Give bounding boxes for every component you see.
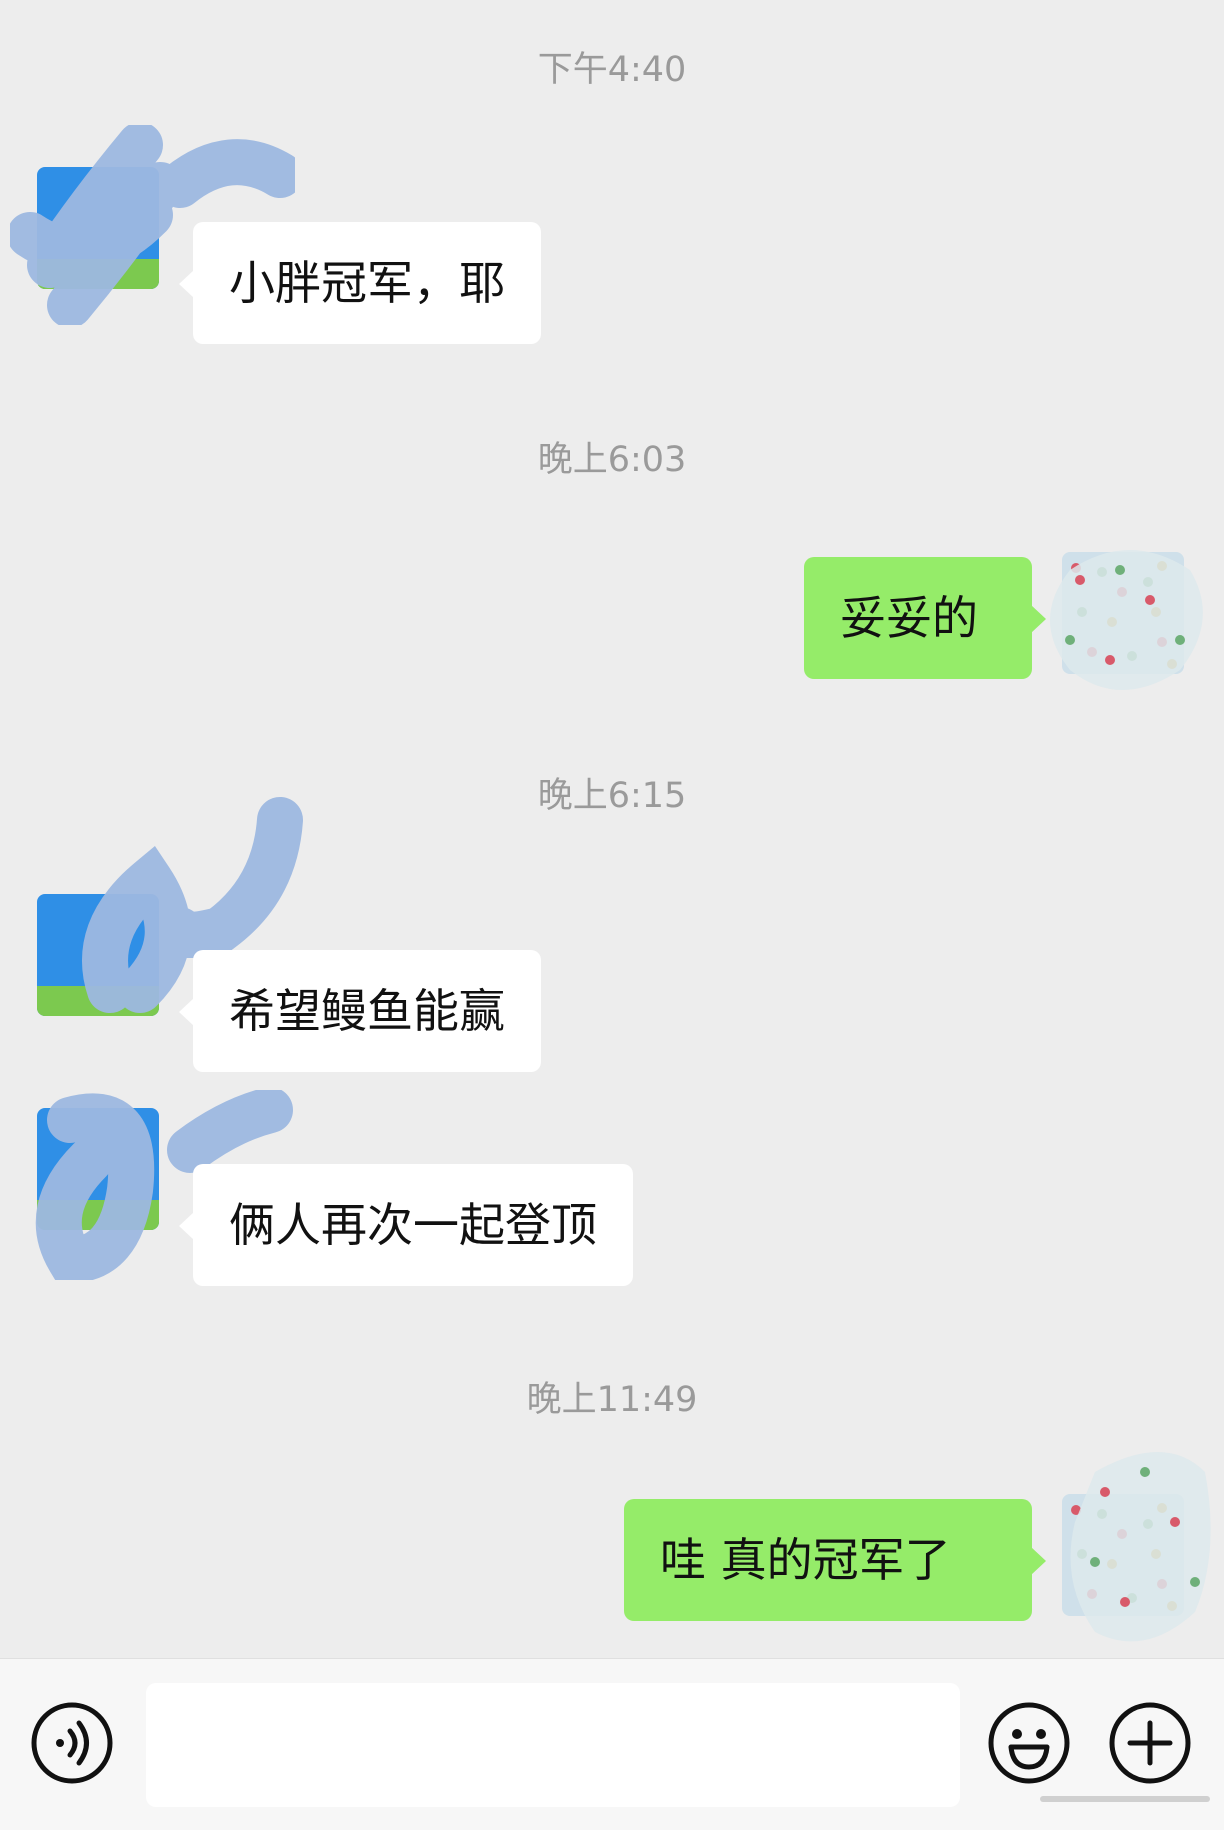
my-avatar[interactable]	[1062, 552, 1184, 674]
message-input[interactable]	[146, 1683, 960, 1807]
message-bubble-incoming[interactable]: 俩人再次一起登顶	[179, 1164, 633, 1286]
emoji-icon[interactable]	[987, 1701, 1071, 1789]
voice-icon[interactable]	[30, 1701, 114, 1789]
timestamp: 下午4:40	[537, 50, 687, 90]
message-bubble-outgoing[interactable]: 哇 真的冠军了	[624, 1499, 1046, 1621]
contact-avatar[interactable]	[37, 1108, 159, 1230]
message-bubble-outgoing[interactable]: 妥妥的	[804, 557, 1046, 679]
timestamp: 晚上11:49	[526, 1380, 698, 1420]
timestamp: 晚上6:03	[537, 440, 687, 480]
contact-avatar[interactable]	[37, 894, 159, 1016]
input-bar	[0, 1658, 1224, 1830]
chat-area[interactable]: 下午4:40 小胖冠军，耶 晚上6:03 妥妥的 晚上6:15 希望鳗鱼能赢 俩…	[0, 0, 1224, 1658]
timestamp: 晚上6:15	[537, 776, 687, 816]
message-bubble-incoming[interactable]: 希望鳗鱼能赢	[179, 950, 541, 1072]
contact-avatar[interactable]	[37, 167, 159, 289]
message-bubble-incoming[interactable]: 小胖冠军，耶	[179, 222, 541, 344]
my-avatar[interactable]	[1062, 1494, 1184, 1616]
home-indicator	[1040, 1796, 1210, 1802]
plus-icon[interactable]	[1108, 1701, 1192, 1789]
